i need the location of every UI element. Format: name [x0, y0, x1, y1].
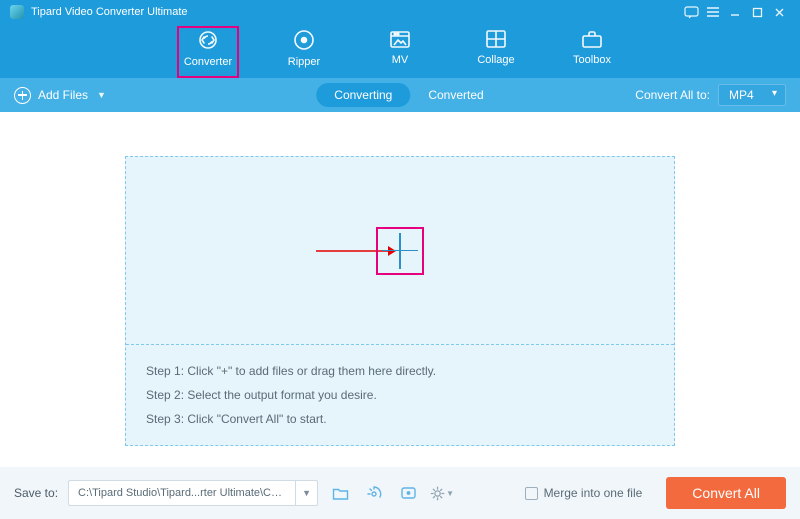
nav-ripper[interactable]: Ripper	[273, 26, 335, 78]
maximize-button[interactable]	[746, 2, 768, 22]
output-format-select[interactable]: MP4	[718, 84, 786, 106]
save-to-path-value: C:\Tipard Studio\Tipard...rter Ultimate\…	[78, 487, 288, 499]
instruction-step3: Step 3: Click "Convert All" to start.	[146, 407, 654, 431]
tab-converted[interactable]: Converted	[428, 88, 483, 102]
nav-collage[interactable]: Collage	[465, 26, 527, 78]
feedback-icon[interactable]	[680, 2, 702, 22]
app-icon	[10, 5, 24, 19]
nav-collage-label: Collage	[477, 54, 514, 66]
merge-label: Merge into one file	[544, 486, 643, 500]
nav-ripper-label: Ripper	[288, 56, 320, 68]
instruction-step2: Step 2: Select the output format you des…	[146, 383, 654, 407]
instructions-panel: Step 1: Click "+" to add files or drag t…	[126, 344, 674, 445]
save-to-dropdown[interactable]: ▼	[295, 481, 317, 505]
menu-icon[interactable]	[702, 2, 724, 22]
tab-converting[interactable]: Converting	[316, 83, 410, 107]
snapshot-icon[interactable]	[362, 481, 386, 505]
add-files-button[interactable]: Add Files ▼	[14, 87, 106, 104]
add-files-label: Add Files	[38, 88, 88, 102]
nav-toolbox[interactable]: Toolbox	[561, 26, 623, 78]
gpu-accel-icon[interactable]	[396, 481, 420, 505]
nav-mv-label: MV	[392, 54, 409, 66]
settings-icon[interactable]: ▼	[430, 481, 454, 505]
convert-all-to-label: Convert All to:	[635, 88, 710, 102]
save-to-label: Save to:	[14, 486, 58, 500]
merge-checkbox[interactable]: Merge into one file	[525, 486, 643, 500]
chevron-down-icon: ▼	[97, 90, 106, 100]
checkbox-icon	[525, 487, 538, 500]
minimize-button[interactable]	[724, 2, 746, 22]
save-to-path-input[interactable]: C:\Tipard Studio\Tipard...rter Ultimate\…	[68, 480, 318, 506]
plus-circle-icon	[14, 87, 31, 104]
nav-toolbox-label: Toolbox	[573, 54, 611, 66]
open-folder-icon[interactable]	[328, 481, 352, 505]
close-button[interactable]	[768, 2, 790, 22]
chevron-down-icon: ▼	[446, 489, 454, 498]
instruction-step1: Step 1: Click "+" to add files or drag t…	[146, 359, 654, 383]
nav-converter[interactable]: Converter	[177, 26, 239, 78]
add-files-plus-icon[interactable]	[376, 227, 424, 275]
nav-mv[interactable]: MV	[369, 26, 431, 78]
dropzone[interactable]: Step 1: Click "+" to add files or drag t…	[125, 156, 675, 446]
nav-converter-label: Converter	[184, 56, 232, 68]
app-title: Tipard Video Converter Ultimate	[31, 6, 188, 18]
convert-all-button[interactable]: Convert All	[666, 477, 786, 509]
